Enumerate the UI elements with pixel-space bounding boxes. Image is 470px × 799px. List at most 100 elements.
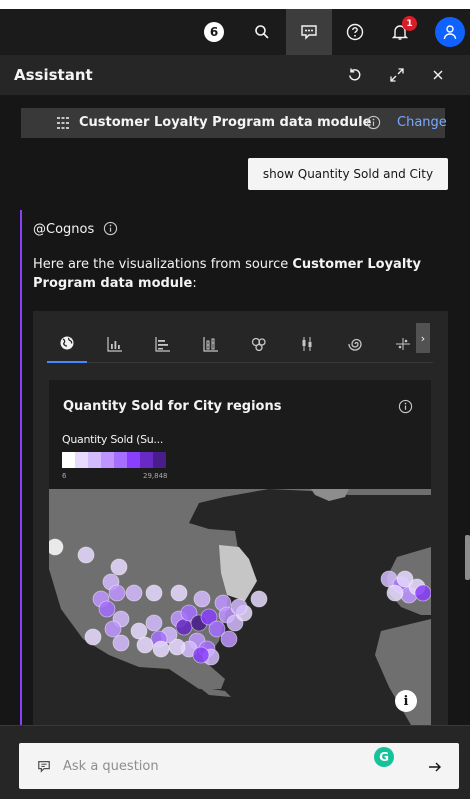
tab-stacked-bar[interactable] xyxy=(191,325,231,363)
legend-swatch xyxy=(101,452,114,468)
grammarly-icon[interactable]: G xyxy=(374,747,394,767)
map-info-button[interactable]: i xyxy=(395,690,417,712)
close-icon xyxy=(433,70,443,80)
city-bubble[interactable] xyxy=(220,630,238,648)
user-icon xyxy=(443,25,457,40)
chart-panel: Quantity Sold for City regions Quantity … xyxy=(49,380,431,725)
expand-icon xyxy=(390,68,404,82)
city-bubble[interactable] xyxy=(112,634,130,652)
city-bubble[interactable] xyxy=(396,570,414,588)
bar-chart-icon xyxy=(155,337,170,352)
legend-swatch xyxy=(62,452,75,468)
tab-spiral[interactable] xyxy=(335,325,375,363)
response-accent-bar xyxy=(20,210,22,725)
city-bubble[interactable] xyxy=(104,620,122,638)
greenland-land xyxy=(311,489,349,501)
input-area: G xyxy=(0,725,470,799)
globe-icon xyxy=(60,336,74,350)
city-bubble[interactable] xyxy=(110,558,128,576)
legend-max-label: 29,848 xyxy=(143,472,168,480)
response-author: @Cognos xyxy=(33,222,95,237)
stacked-bar-icon xyxy=(203,337,218,352)
assistant-header: Assistant xyxy=(0,55,470,95)
city-bubble[interactable] xyxy=(98,600,116,618)
city-bubble[interactable] xyxy=(386,584,404,602)
city-bubble[interactable] xyxy=(230,598,248,616)
help-button[interactable] xyxy=(340,9,370,55)
message-icon xyxy=(38,761,50,773)
visualization-type-tabs xyxy=(47,325,433,363)
tab-boxplot[interactable] xyxy=(287,325,327,363)
legend-title: Quantity Sold (Su... xyxy=(62,433,164,446)
legend-color-scale xyxy=(62,452,166,468)
response-text: Here are the visualizations from source … xyxy=(33,257,421,291)
city-bubble[interactable] xyxy=(193,590,211,608)
chat-icon xyxy=(301,25,317,40)
city-bubble[interactable] xyxy=(145,614,163,632)
spiral-chart-icon xyxy=(348,338,362,351)
info-icon: i xyxy=(403,693,409,709)
help-icon xyxy=(346,23,364,41)
city-bubble[interactable] xyxy=(170,584,188,602)
reset-button[interactable] xyxy=(343,63,367,87)
city-bubble[interactable] xyxy=(175,618,193,636)
legend-swatch xyxy=(75,452,88,468)
tabs-scroll-right-button[interactable]: › xyxy=(416,323,430,353)
legend-min-label: 6 xyxy=(62,472,67,480)
scatter-chart-icon xyxy=(396,338,410,350)
data-source-name: Customer Loyalty Program data module xyxy=(79,115,372,130)
city-bubble[interactable] xyxy=(108,584,126,602)
city-bubble[interactable] xyxy=(125,584,143,602)
data-module-icon xyxy=(57,117,69,129)
legend-swatch xyxy=(153,452,166,468)
question-input[interactable] xyxy=(63,754,363,778)
city-bubble[interactable] xyxy=(414,584,431,602)
expand-button[interactable] xyxy=(385,63,409,87)
city-bubble[interactable] xyxy=(136,636,154,654)
author-info-icon[interactable] xyxy=(103,221,118,236)
legend-swatch xyxy=(114,452,127,468)
counter-button[interactable]: 6 xyxy=(200,9,228,55)
ask-question-box[interactable]: G xyxy=(19,743,459,789)
search-button[interactable] xyxy=(248,9,276,55)
tab-bubble[interactable] xyxy=(239,325,279,363)
notification-badge: 1 xyxy=(402,16,417,31)
boxplot-icon xyxy=(302,337,312,351)
user-message: show Quantity Sold and City xyxy=(248,158,448,190)
top-bar: 6 1 xyxy=(0,0,470,55)
tab-column[interactable] xyxy=(95,325,135,363)
legend-swatch xyxy=(127,452,140,468)
change-source-link[interactable]: Change xyxy=(397,115,447,130)
legend-swatch xyxy=(88,452,101,468)
arrow-right-icon xyxy=(429,762,441,772)
bubble-chart-icon xyxy=(251,337,266,352)
visualization-card: › Quantity Sold for City regions Quantit… xyxy=(33,311,448,725)
chart-title: Quantity Sold for City regions xyxy=(63,399,282,414)
city-bubble[interactable] xyxy=(192,646,210,664)
info-icon[interactable] xyxy=(366,115,381,130)
send-button[interactable] xyxy=(423,755,447,779)
reset-icon xyxy=(349,68,361,81)
panel-scrollbar[interactable] xyxy=(465,535,470,580)
city-bubble[interactable] xyxy=(250,590,268,608)
chart-info-icon[interactable] xyxy=(398,399,413,414)
tab-bar[interactable] xyxy=(143,325,183,363)
map-svg xyxy=(49,489,431,725)
city-bubble[interactable] xyxy=(145,584,163,602)
assistant-chat-button[interactable] xyxy=(286,9,332,55)
city-bubble[interactable] xyxy=(49,538,64,556)
close-button[interactable] xyxy=(426,63,450,87)
city-bubble[interactable] xyxy=(77,546,95,564)
assistant-title: Assistant xyxy=(14,66,93,84)
search-icon xyxy=(255,25,269,39)
map-canvas[interactable]: i xyxy=(49,489,431,725)
city-bubble[interactable] xyxy=(84,628,102,646)
tab-map[interactable] xyxy=(47,325,87,363)
column-chart-icon xyxy=(107,337,122,352)
notifications-button[interactable]: 1 xyxy=(382,9,418,55)
city-bubble[interactable] xyxy=(130,622,148,640)
city-bubble[interactable] xyxy=(152,640,170,658)
counter-badge: 6 xyxy=(204,22,224,42)
legend-swatch xyxy=(140,452,153,468)
user-profile-button[interactable] xyxy=(434,9,466,55)
